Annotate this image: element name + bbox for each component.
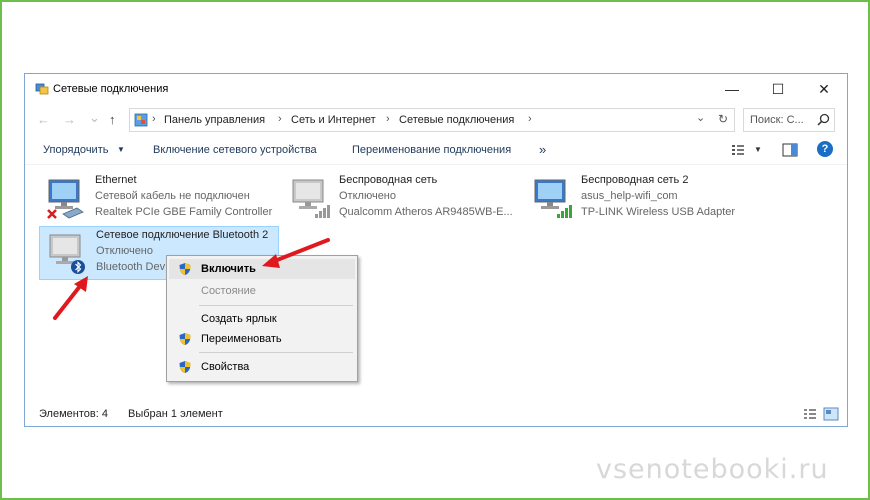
search-input[interactable]: Поиск: С... <box>743 108 835 132</box>
address-dropdown-icon[interactable]: ⌄ <box>696 111 705 124</box>
menu-item-rename[interactable]: Переименовать <box>169 329 355 349</box>
connection-device: Realtek PCIe GBE Family Controller <box>95 206 273 218</box>
back-button[interactable]: ← <box>37 112 50 127</box>
refresh-icon[interactable]: ↻ <box>718 112 728 126</box>
preview-pane-icon[interactable] <box>782 143 798 157</box>
connection-status: Отключено <box>339 190 396 202</box>
uac-shield-icon <box>179 263 191 275</box>
view-dropdown-icon[interactable]: ▼ <box>754 145 762 154</box>
help-icon[interactable]: ? <box>817 141 833 157</box>
watermark: vsenotebooki.ru <box>596 454 829 485</box>
breadcrumb-network-internet[interactable]: Сеть и Интернет <box>291 114 376 126</box>
organize-dropdown-icon[interactable]: ▼ <box>117 145 125 154</box>
connection-device: TP-LINK Wireless USB Adapter <box>581 206 736 218</box>
recent-locations-button[interactable]: ⌄ <box>89 110 100 126</box>
more-commands-button[interactable]: » <box>539 142 546 157</box>
connection-name: Сетевое подключение Bluetooth 2 <box>96 229 269 241</box>
address-row: ← → ⌄ ↑ › Панель управления › Сеть и Инт… <box>25 106 847 134</box>
item-count: Элементов: 4 <box>39 408 108 420</box>
control-panel-icon <box>134 113 148 127</box>
status-bar: Элементов: 4 Выбран 1 элемент <box>25 402 847 426</box>
connection-status: Сетевой кабель не подключен <box>95 190 250 202</box>
breadcrumb-network-connections[interactable]: Сетевые подключения <box>399 114 514 126</box>
up-button[interactable]: ↑ <box>109 112 116 127</box>
address-bar[interactable]: › Панель управления › Сеть и Интернет › … <box>129 108 735 132</box>
menu-separator <box>199 305 353 306</box>
menu-item-enable[interactable]: Включить <box>169 259 355 279</box>
uac-shield-icon <box>179 361 191 373</box>
chevron-right-icon: › <box>278 113 282 125</box>
connection-device: Qualcomm Atheros AR9485WB-E... <box>339 206 513 218</box>
chevron-right-icon: › <box>528 113 532 125</box>
chevron-right-icon: › <box>152 113 156 125</box>
breadcrumb-control-panel[interactable]: Панель управления <box>164 114 265 126</box>
connection-status: asus_help-wifi_com <box>581 190 678 202</box>
menu-label: Свойства <box>201 361 250 373</box>
close-button[interactable]: ✕ <box>801 74 847 104</box>
organize-menu[interactable]: Упорядочить <box>43 144 108 156</box>
change-view-icon[interactable] <box>731 143 745 157</box>
connection-device: Bluetooth Dev <box>96 261 166 273</box>
connection-wireless[interactable]: Беспроводная сеть Отключено Qualcomm Ath… <box>283 172 523 224</box>
enable-device-button[interactable]: Включение сетевого устройства <box>153 144 317 156</box>
forward-button[interactable]: → <box>63 112 76 127</box>
monitor-bluetooth-icon <box>49 234 85 274</box>
network-connections-window: Сетевые подключения — ☐ ✕ ← → ⌄ ↑ › Пане… <box>24 73 848 427</box>
window-title: Сетевые подключения <box>53 83 169 95</box>
menu-label: Создать ярлык <box>201 313 277 325</box>
maximize-button[interactable]: ☐ <box>755 74 801 104</box>
search-icon[interactable] <box>817 113 830 126</box>
details-view-icon[interactable] <box>803 408 817 420</box>
menu-label: Переименовать <box>201 333 282 345</box>
menu-item-properties[interactable]: Свойства <box>169 357 355 377</box>
minimize-button[interactable]: — <box>709 74 755 104</box>
chevron-right-icon: › <box>386 113 390 125</box>
network-connections-icon <box>35 83 49 95</box>
tiles-view-icon[interactable] <box>823 407 839 421</box>
uac-shield-icon <box>179 333 191 345</box>
monitor-wireless-connected-icon <box>534 179 572 218</box>
menu-label: Включить <box>201 263 256 275</box>
context-menu: Включить Состояние Создать ярлык Переиме… <box>166 255 358 382</box>
selection-count: Выбран 1 элемент <box>128 408 223 420</box>
menu-label: Состояние <box>201 285 256 297</box>
menu-item-create-shortcut[interactable]: Создать ярлык <box>169 309 355 329</box>
connection-wireless-2[interactable]: Беспроводная сеть 2 asus_help-wifi_com T… <box>525 172 765 224</box>
connection-status: Отключено <box>96 245 153 257</box>
connection-name: Беспроводная сеть <box>339 174 438 186</box>
connection-name: Ethernet <box>95 174 137 186</box>
monitor-disconnected-icon <box>47 179 84 219</box>
connection-ethernet[interactable]: Ethernet Сетевой кабель не подключен Rea… <box>39 172 279 224</box>
menu-separator <box>199 352 353 353</box>
search-placeholder: Поиск: С... <box>750 114 804 126</box>
connection-name: Беспроводная сеть 2 <box>581 174 689 186</box>
title-bar: Сетевые подключения — ☐ ✕ <box>25 74 847 104</box>
rename-connection-button[interactable]: Переименование подключения <box>352 144 511 156</box>
connections-list: Ethernet Сетевой кабель не подключен Rea… <box>25 166 847 398</box>
command-bar: Упорядочить ▼ Включение сетевого устройс… <box>25 136 847 165</box>
monitor-wireless-disabled-icon <box>292 179 330 218</box>
menu-item-status[interactable]: Состояние <box>169 281 355 301</box>
